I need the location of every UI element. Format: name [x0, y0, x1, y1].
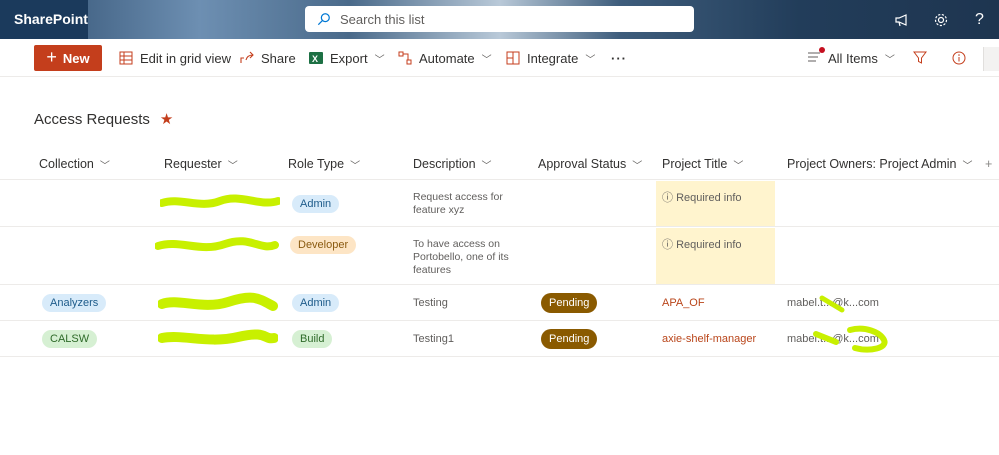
description-cell: To have access on Portobello, one of its… — [413, 238, 509, 276]
search-placeholder: Search this list — [340, 11, 425, 27]
add-column-button[interactable]: + — [985, 148, 992, 180]
column-header-project-title[interactable]: Project Title ﹀ — [662, 148, 743, 180]
new-label: New — [62, 50, 90, 66]
integrate-label: Integrate — [527, 50, 579, 66]
info-circle-icon: ⓘ — [662, 192, 673, 204]
chevron-down-icon: ﹀ — [227, 160, 238, 172]
status-badge: Pending — [541, 329, 598, 349]
column-headers: Collection ﹀ Requester ﹀ Role Type ﹀ Descri… — [0, 148, 999, 180]
export-button[interactable]: X Export ﹀ — [309, 39, 385, 77]
gear-icon[interactable] — [921, 0, 960, 39]
integrate-icon — [506, 51, 520, 65]
column-header-description[interactable]: Description ﹀ — [413, 148, 492, 180]
suite-header: SharePoint Search this list ? — [0, 0, 999, 39]
share-icon — [240, 51, 254, 63]
column-header-role-type[interactable]: Role Type ﹀ — [288, 148, 360, 180]
automate-label: Automate — [419, 50, 475, 66]
role-badge: Build — [292, 330, 333, 348]
chevron-down-icon: ﹀ — [884, 54, 895, 66]
column-header-collection[interactable]: Collection ﹀ — [39, 148, 110, 180]
help-icon[interactable]: ? — [960, 0, 999, 39]
search-box[interactable]: Search this list — [305, 6, 694, 32]
view-selector[interactable]: All Items ﹀ — [808, 39, 895, 77]
collection-badge: CALSW — [42, 330, 98, 348]
excel-icon: X — [309, 52, 323, 64]
chevron-down-icon: ﹀ — [585, 54, 596, 66]
edit-grid-button[interactable]: Edit in grid view — [119, 39, 231, 77]
redaction-scribble — [813, 325, 888, 353]
automate-icon — [398, 51, 412, 65]
redaction-scribble — [158, 292, 278, 311]
table-row[interactable]: Admin Request access for feature xyz ⓘ R… — [0, 181, 999, 227]
info-button[interactable] — [952, 39, 966, 77]
chevron-down-icon: ﹀ — [481, 54, 492, 66]
chevron-down-icon: ﹀ — [481, 160, 492, 172]
redaction-scribble — [155, 237, 279, 252]
table-row[interactable]: Analyzers Admin Testing Pending APA_OF m… — [0, 286, 999, 321]
plus-icon: + — [46, 46, 57, 67]
status-badge: Pending — [541, 293, 598, 313]
new-button[interactable]: + New — [34, 45, 102, 71]
more-button[interactable]: ··· — [611, 39, 627, 77]
search-icon — [317, 13, 330, 26]
redaction-scribble — [819, 295, 845, 313]
description-cell: Request access for feature xyz — [413, 190, 503, 216]
info-icon — [952, 51, 966, 65]
app-brand[interactable]: SharePoint — [0, 0, 88, 39]
megaphone-icon[interactable] — [882, 0, 921, 39]
integrate-button[interactable]: Integrate ﹀ — [506, 39, 595, 77]
redaction-scribble — [158, 329, 278, 345]
edit-grid-label: Edit in grid view — [140, 50, 232, 66]
info-circle-icon: ⓘ — [662, 239, 673, 251]
view-icon — [808, 46, 825, 66]
list-title: Access Requests ★ — [34, 110, 173, 129]
column-header-project-owners[interactable]: Project Owners: Project Admin ﹀ — [787, 148, 973, 180]
project-link[interactable]: axie-shelf-manager — [662, 322, 756, 356]
required-info-cell[interactable]: ⓘ Required info — [656, 181, 775, 226]
export-label: Export — [330, 50, 368, 66]
redaction-scribble — [160, 194, 280, 208]
role-badge: Admin — [292, 194, 340, 213]
filter-button[interactable] — [913, 39, 927, 77]
table-row[interactable]: CALSW Build Testing1 Pending axie-shelf-… — [0, 322, 999, 357]
view-label: All Items — [828, 50, 878, 66]
share-button[interactable]: Share — [240, 39, 296, 77]
command-bar: + New Edit in grid view Share X Export ﹀ … — [0, 39, 999, 77]
description-cell: Testing — [413, 297, 448, 309]
role-badge: Admin — [292, 294, 340, 312]
share-label: Share — [261, 50, 296, 66]
page-title: Access Requests — [34, 110, 150, 128]
chevron-down-icon: ﹀ — [632, 160, 643, 172]
project-link[interactable]: APA_OF — [662, 286, 705, 320]
role-badge: Developer — [290, 236, 357, 254]
expand-icon[interactable] — [983, 47, 999, 71]
chevron-down-icon: ﹀ — [350, 160, 361, 172]
grid-icon — [119, 51, 133, 65]
automate-button[interactable]: Automate ﹀ — [398, 39, 492, 77]
chevron-down-icon: ﹀ — [962, 160, 973, 172]
description-cell: Testing1 — [413, 333, 454, 345]
favorite-star-icon[interactable]: ★ — [160, 110, 173, 128]
svg-text:X: X — [312, 54, 318, 64]
column-header-requester[interactable]: Requester ﹀ — [164, 148, 238, 180]
chevron-down-icon: ﹀ — [733, 160, 744, 172]
chevron-down-icon: ﹀ — [99, 160, 110, 172]
table-row[interactable]: Developer To have access on Portobello, … — [0, 228, 999, 285]
column-header-approval-status[interactable]: Approval Status ﹀ — [538, 148, 642, 180]
required-info-cell[interactable]: ⓘ Required info — [656, 228, 775, 284]
filter-icon — [913, 51, 927, 64]
chevron-down-icon: ﹀ — [374, 54, 385, 66]
collection-badge: Analyzers — [42, 294, 107, 312]
